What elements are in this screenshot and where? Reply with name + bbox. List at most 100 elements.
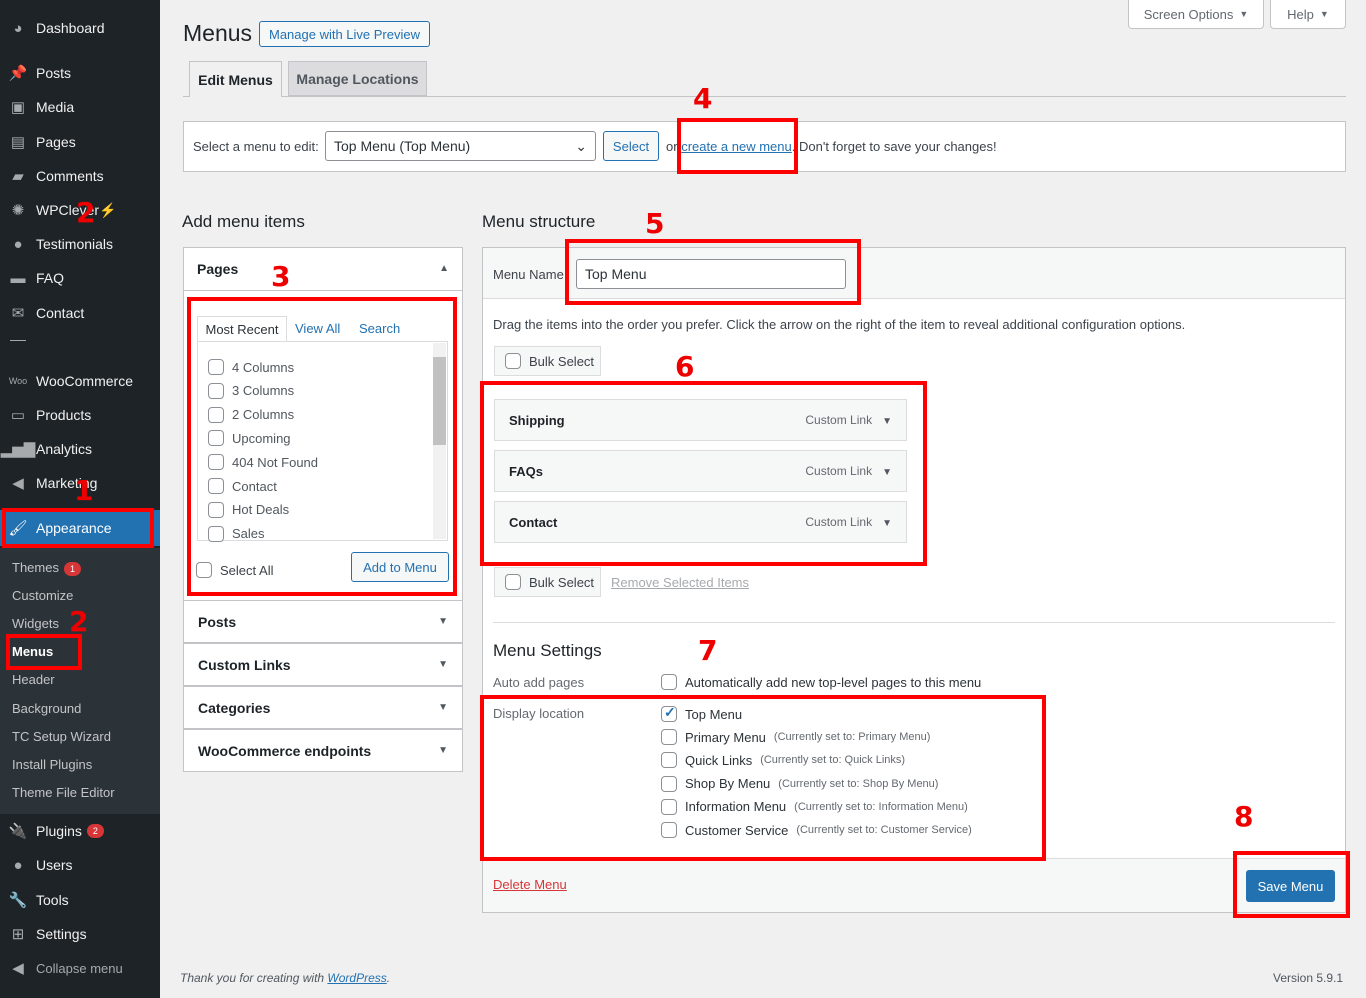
checkbox[interactable] xyxy=(505,353,521,369)
annotation-box-2 xyxy=(6,634,82,670)
media-icon: ▣ xyxy=(10,99,26,116)
posts-panel[interactable]: Posts ▼ xyxy=(183,600,463,643)
menu-select-dropdown[interactable]: Top Menu (Top Menu) ⌄ xyxy=(325,131,596,161)
annotation-box-8 xyxy=(1233,851,1350,918)
auto-add-checkbox[interactable]: Automatically add new top-level pages to… xyxy=(661,674,981,690)
sidebar-item-comments[interactable]: ▰ Comments xyxy=(0,159,160,193)
menu-settings-heading: Menu Settings xyxy=(493,641,602,660)
mail-icon: ✉ xyxy=(11,305,25,322)
sidebar-item-plugins[interactable]: 🔌 Plugins 2 xyxy=(0,814,160,848)
caret-down-icon: ▼ xyxy=(1239,9,1249,19)
label: Custom Links xyxy=(198,656,291,673)
settings-icon: ⊞ xyxy=(11,926,25,943)
annotation-number: 2 xyxy=(69,605,89,638)
submenu-install-plugins[interactable]: Install Plugins xyxy=(12,757,92,772)
label: Bulk Select xyxy=(529,574,595,590)
submenu-customize[interactable]: Customize xyxy=(12,588,73,603)
user-icon: ● xyxy=(13,856,23,874)
sidebar-item-dashboard[interactable]: ◕ Dashboard xyxy=(0,11,160,45)
dashboard-icon: ◕ xyxy=(13,19,23,37)
bulk-select-top[interactable]: Bulk Select xyxy=(494,346,601,376)
tab-edit-menus[interactable]: Edit Menus xyxy=(189,61,282,97)
submenu-widgets[interactable]: Widgets xyxy=(12,616,59,631)
bulb-icon: ✺ xyxy=(11,202,25,219)
annotation-box-6 xyxy=(480,381,927,566)
sidebar-item-posts[interactable]: 📌 Posts xyxy=(0,56,160,90)
collapse-menu[interactable]: ◀ Collapse menu xyxy=(0,951,160,985)
annotation-box-4 xyxy=(677,118,798,174)
label: Settings xyxy=(36,926,87,942)
bulk-select-bottom[interactable]: Bulk Select xyxy=(494,567,601,597)
folder-icon: ▬ xyxy=(10,269,26,287)
annotation-number: 5 xyxy=(645,207,665,240)
sidebar-item-pages[interactable]: ▤ Pages xyxy=(0,125,160,159)
page-title: Menus xyxy=(183,20,253,46)
sidebar-item-woocommerce[interactable]: Woo WooCommerce xyxy=(0,364,160,398)
screen-options-button[interactable]: Screen Options ▼ xyxy=(1128,0,1264,29)
period: . xyxy=(386,971,391,985)
collapse-icon: ◀ xyxy=(12,960,24,977)
delete-menu-link[interactable]: Delete Menu xyxy=(493,877,567,892)
current-arrow xyxy=(152,520,168,536)
menu-name-label: Menu Name xyxy=(493,267,564,282)
checkbox[interactable] xyxy=(661,674,677,690)
label: Pages xyxy=(197,260,239,277)
label: Bulk Select xyxy=(529,353,595,369)
pages-panel-header[interactable]: Pages ▲ xyxy=(183,247,463,291)
label: Posts xyxy=(198,613,237,630)
add-menu-items-heading: Add menu items xyxy=(182,212,305,231)
annotation-box-3 xyxy=(187,297,457,596)
label: Comments xyxy=(36,168,104,184)
thanks-text: Thank you for creating with xyxy=(180,971,328,985)
help-button[interactable]: Help ▼ xyxy=(1270,0,1346,29)
custom-links-panel[interactable]: Custom Links ▼ xyxy=(183,643,463,686)
wordpress-link[interactable]: WordPress xyxy=(327,971,386,985)
submenu-header[interactable]: Header xyxy=(12,672,55,687)
sidebar-item-products[interactable]: ▭ Products xyxy=(0,398,160,432)
version-text: Version 5.9.1 xyxy=(1273,971,1344,985)
tab-manage-locations[interactable]: Manage Locations xyxy=(288,61,427,96)
sidebar-item-analytics[interactable]: ▂▅▇ Analytics xyxy=(0,432,160,466)
select-button[interactable]: Select xyxy=(603,131,659,161)
submenu-themes[interactable]: Themes 1 xyxy=(12,560,81,576)
sidebar-item-media[interactable]: ▣ Media xyxy=(0,90,160,124)
caret-down-icon: ▼ xyxy=(1319,9,1329,19)
sidebar-item-users[interactable]: ● Users xyxy=(0,848,160,882)
annotation-number: 8 xyxy=(1234,800,1254,833)
sidebar-item-testimonials[interactable]: ● Testimonials xyxy=(0,227,160,261)
submenu-theme-file-editor[interactable]: Theme File Editor xyxy=(12,785,115,800)
label: Contact xyxy=(36,305,85,321)
label: Analytics xyxy=(36,441,93,457)
update-badge: 1 xyxy=(63,561,81,576)
pages-icon: ▤ xyxy=(10,134,26,151)
categories-panel[interactable]: Categories ▼ xyxy=(183,686,463,729)
label: WooCommerce endpoints xyxy=(198,742,372,759)
selected-value: Top Menu (Top Menu) xyxy=(334,138,471,154)
wrench-icon: 🔧 xyxy=(8,892,28,909)
label: Testimonials xyxy=(36,236,114,252)
label: Categories xyxy=(198,699,271,716)
sidebar-item-tools[interactable]: 🔧 Tools xyxy=(0,883,160,917)
live-preview-button[interactable]: Manage with Live Preview xyxy=(259,21,430,47)
sidebar-item-settings[interactable]: ⊞ Settings xyxy=(0,917,160,951)
woocommerce-endpoints-panel[interactable]: WooCommerce endpoints ▼ xyxy=(183,729,463,772)
checkbox[interactable] xyxy=(505,574,521,590)
label: Posts xyxy=(36,65,72,81)
sidebar-item-faq[interactable]: ▬ FAQ xyxy=(0,261,160,295)
submenu-tc-setup-wizard[interactable]: TC Setup Wizard xyxy=(12,729,111,744)
remove-selected-link[interactable]: Remove Selected Items xyxy=(611,575,749,590)
label: Automatically add new top-level pages to… xyxy=(685,674,982,690)
label: Themes xyxy=(12,560,59,575)
update-badge: 2 xyxy=(86,824,104,838)
submenu-background[interactable]: Background xyxy=(12,701,81,716)
annotation-number: 1 xyxy=(74,474,94,507)
chart-icon: ▂▅▇ xyxy=(0,441,36,458)
label: Dashboard xyxy=(36,20,105,36)
archive-icon: ▭ xyxy=(10,407,26,424)
megaphone-icon: ◀ xyxy=(12,475,24,492)
annotation-number: 2 xyxy=(76,196,96,229)
label: Tools xyxy=(36,892,69,908)
sidebar-item-contact[interactable]: ✉ Contact xyxy=(0,296,160,330)
annotation-number: 3 xyxy=(271,260,291,293)
label: WooCommerce xyxy=(36,373,133,389)
